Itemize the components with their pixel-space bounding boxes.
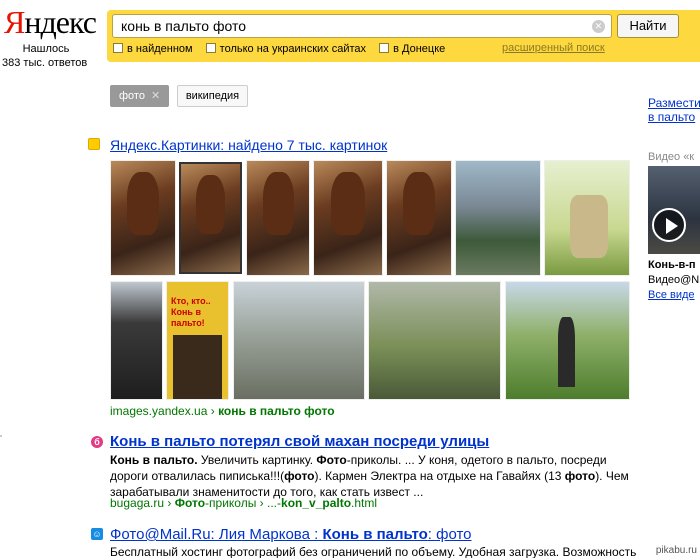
image-thumb[interactable] xyxy=(313,160,383,276)
result-title[interactable]: Фото@Mail.Ru: Лия Маркова : Конь в пальт… xyxy=(110,526,472,544)
option-donetsk[interactable]: в Донецке xyxy=(379,42,445,56)
sidebar-video-source: Видео@N xyxy=(648,274,700,286)
image-thumb[interactable]: Кто, кто.. Конь в пальто! xyxy=(166,281,229,400)
sidebar-video-title[interactable]: Конь-в-п xyxy=(648,259,696,271)
advanced-search-link[interactable]: расширенный поиск xyxy=(502,42,605,54)
image-grid: Кто, кто.. Конь в пальто! xyxy=(110,160,630,400)
found-label: Нашлось xyxy=(22,43,70,55)
chip-wikipedia[interactable]: википедия xyxy=(176,85,249,107)
yandex-logo[interactable]: Яндекс xyxy=(4,4,97,40)
result-snippet: Бесплатный хостинг фотографий без ограни… xyxy=(110,545,637,558)
image-thumb[interactable] xyxy=(505,281,630,400)
divider xyxy=(0,435,2,437)
poster-text: Кто, кто.. Конь в пальто! xyxy=(171,296,211,328)
checkbox-icon[interactable] xyxy=(205,43,216,53)
image-thumb[interactable] xyxy=(544,160,630,276)
result-snippet: Конь в пальто. Увеличить картинку. Фото-… xyxy=(110,453,629,499)
image-thumb[interactable] xyxy=(455,160,541,276)
option-in-found[interactable]: в найденном xyxy=(113,42,193,56)
result-title[interactable]: Конь в пальто потерял свой махан посреди… xyxy=(110,433,489,451)
checkbox-icon[interactable] xyxy=(379,43,390,53)
watermark: pikabu.ru xyxy=(655,545,697,556)
result-url[interactable]: bugaga.ru › Фото-приколы › ...-kon_v_pal… xyxy=(110,496,377,510)
site-favicon-icon: б xyxy=(91,436,103,448)
chip-photo[interactable]: фото ✕ xyxy=(110,85,170,107)
mail-ru-icon: ☺ xyxy=(91,528,103,540)
play-icon[interactable] xyxy=(652,208,686,242)
sidebar-ad-link[interactable]: Размести в пальто xyxy=(648,96,700,124)
search-input[interactable]: конь в пальто фото ✕ xyxy=(112,14,612,38)
sidebar-video-header: Видео «к xyxy=(648,151,695,163)
close-icon[interactable]: ✕ xyxy=(151,90,160,102)
sidebar-video-thumbnail[interactable] xyxy=(648,166,700,254)
image-thumb[interactable] xyxy=(386,160,452,276)
yandex-images-icon xyxy=(88,138,100,150)
logo-first-letter: Я xyxy=(4,4,25,40)
find-button[interactable]: Найти xyxy=(617,14,679,38)
sidebar-video-all-link[interactable]: Все виде xyxy=(648,289,695,301)
image-thumb[interactable] xyxy=(368,281,501,400)
found-count: 383 тыс. ответов xyxy=(2,57,88,69)
search-options: в найденном только на украинских сайтах … xyxy=(113,42,455,56)
clear-x-icon[interactable]: ✕ xyxy=(592,20,605,33)
logo-rest: ндекс xyxy=(24,4,97,40)
search-bar: конь в пальто фото ✕ Найти в найденном т… xyxy=(107,10,700,62)
filter-chips: фото ✕ википедия xyxy=(110,85,252,107)
result-url[interactable]: images.yandex.ua › конь в пальто фото xyxy=(110,404,335,418)
checkbox-icon[interactable] xyxy=(113,43,123,53)
image-thumb[interactable] xyxy=(110,281,163,400)
result-title-images[interactable]: Яндекс.Картинки: найдено 7 тыс. картинок xyxy=(110,136,387,154)
image-thumb[interactable] xyxy=(233,281,365,400)
search-query: конь в пальто фото xyxy=(121,18,247,34)
option-ukrainian-sites[interactable]: только на украинских сайтах xyxy=(205,42,366,56)
image-thumb[interactable] xyxy=(179,162,242,274)
image-thumb[interactable] xyxy=(110,160,176,276)
image-thumb[interactable] xyxy=(246,160,310,276)
